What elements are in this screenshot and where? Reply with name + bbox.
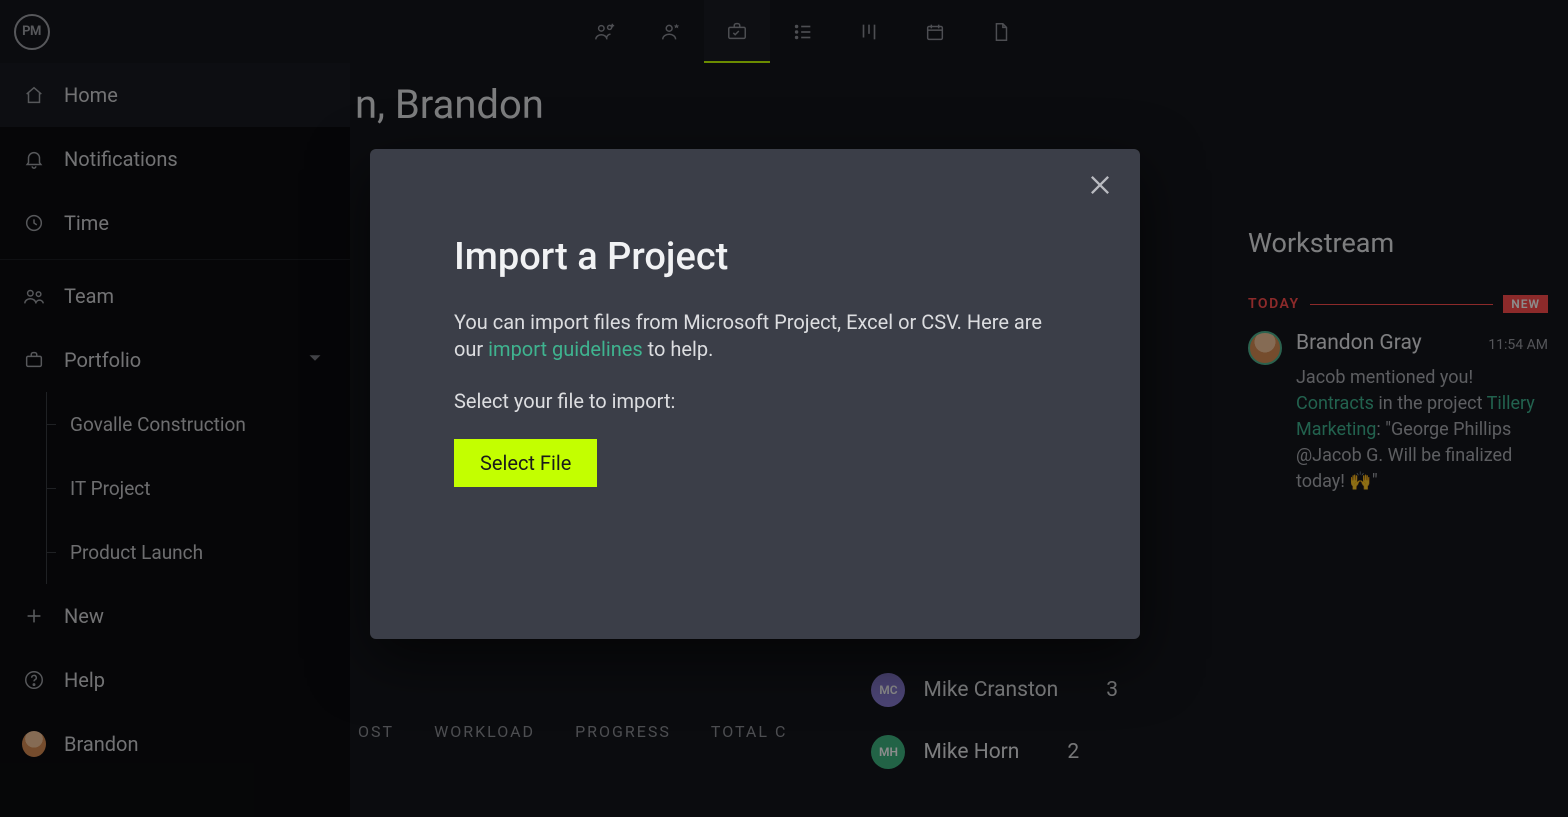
modal-title: Import a Project xyxy=(454,235,1056,279)
modal-prompt: Select your file to import: xyxy=(454,389,1056,413)
select-file-button[interactable]: Select File xyxy=(454,439,597,487)
import-guidelines-link[interactable]: import guidelines xyxy=(488,337,643,361)
close-button[interactable] xyxy=(1086,171,1114,203)
modal-content: Import a Project You can import files fr… xyxy=(370,149,1140,487)
modal-description: You can import files from Microsoft Proj… xyxy=(454,309,1056,363)
import-project-modal: Import a Project You can import files fr… xyxy=(370,149,1140,639)
